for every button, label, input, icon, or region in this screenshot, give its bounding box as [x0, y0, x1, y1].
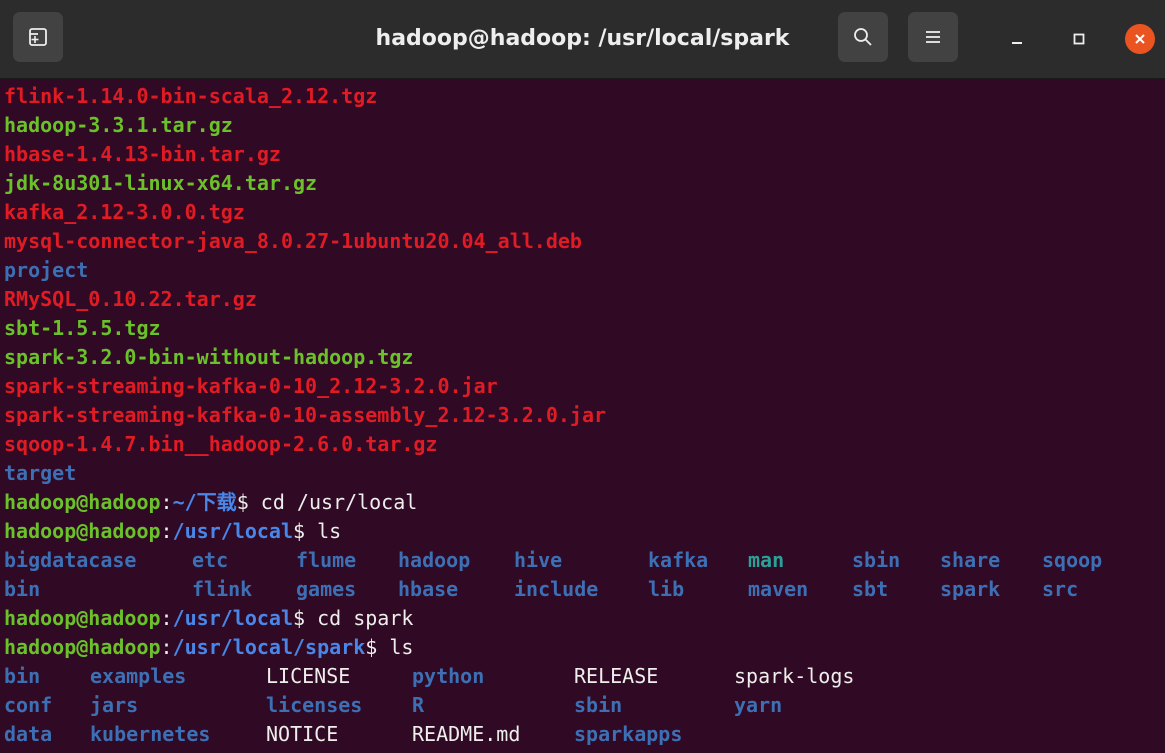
directory-entry: include — [514, 577, 599, 601]
directory-entry: yarn — [734, 693, 783, 717]
directory-entry: hbase — [398, 577, 459, 601]
ls-row: bigdatacase etc flume hadoop hive kafka … — [0, 546, 1165, 575]
directory-entry: R — [412, 693, 425, 717]
prompt-user: hadoop@hadoop — [4, 519, 161, 543]
file-entry: LICENSE — [266, 664, 351, 688]
directory-entry: kubernetes — [90, 722, 211, 746]
file-entry: mysql-connector-java_8.0.27-1ubuntu20.04… — [4, 229, 582, 253]
close-icon — [1135, 34, 1145, 44]
prompt-dollar: $ — [293, 606, 306, 630]
directory-entry: project — [4, 258, 89, 282]
prompt-path: ~/下载 — [172, 490, 237, 514]
directory-entry: python — [412, 664, 485, 688]
title-bar: hadoop@hadoop: /usr/local/spark — [0, 0, 1165, 79]
file-entry: RELEASE — [574, 664, 659, 688]
file-entry: spark-logs — [734, 664, 855, 688]
prompt-user: hadoop@hadoop — [4, 606, 161, 630]
file-entry: README.md — [412, 722, 521, 746]
terminal-output[interactable]: flink-1.14.0-bin-scala_2.12.tgz hadoop-3… — [0, 82, 1165, 753]
command-text: cd /usr/local — [248, 490, 418, 514]
file-entry: sqoop-1.4.7.bin__hadoop-2.6.0.tar.gz — [4, 432, 438, 456]
prompt-line: hadoop@hadoop:/usr/local/spark$ ls — [4, 635, 414, 659]
prompt-line: hadoop@hadoop:/usr/local$ cd spark — [4, 606, 414, 630]
directory-entry: bin — [4, 664, 41, 688]
directory-entry: etc — [192, 548, 229, 572]
file-entry: jdk-8u301-linux-x64.tar.gz — [4, 171, 318, 195]
directory-entry: sbin — [852, 548, 901, 572]
command-text: ls — [377, 635, 414, 659]
file-entry: sbt-1.5.5.tgz — [4, 316, 161, 340]
file-entry: spark-streaming-kafka-0-10_2.12-3.2.0.ja… — [4, 374, 498, 398]
file-entry: hbase-1.4.13-bin.tar.gz — [4, 142, 281, 166]
search-icon — [854, 28, 872, 46]
ls-row: conf jars licenses R sbin yarn — [0, 691, 1165, 720]
directory-entry: jars — [90, 693, 139, 717]
directory-entry: data — [4, 722, 53, 746]
directory-entry: spark — [940, 577, 1001, 601]
file-entry: spark-streaming-kafka-0-10-assembly_2.12… — [4, 403, 607, 427]
directory-entry: licenses — [266, 693, 363, 717]
directory-entry: target — [4, 461, 77, 485]
maximize-icon — [1073, 33, 1085, 45]
window-title: hadoop@hadoop: /usr/local/spark — [375, 26, 790, 51]
directory-entry: share — [940, 548, 1001, 572]
file-entry: kafka_2.12-3.0.0.tgz — [4, 200, 245, 224]
prompt-user: hadoop@hadoop — [4, 635, 161, 659]
directory-entry: bigdatacase — [4, 548, 137, 572]
minimize-button[interactable] — [1002, 24, 1032, 54]
search-button[interactable] — [838, 12, 888, 62]
prompt-dollar: $ — [293, 519, 306, 543]
directory-entry: kafka — [648, 548, 709, 572]
maximize-button[interactable] — [1064, 24, 1094, 54]
directory-entry: bin — [4, 577, 41, 601]
ls-row: bin flink games hbase include lib maven … — [0, 575, 1165, 604]
minimize-icon — [1012, 42, 1022, 44]
file-entry: NOTICE — [266, 722, 339, 746]
directory-entry: sbt — [852, 577, 889, 601]
directory-entry: man — [748, 548, 785, 572]
directory-entry: examples — [90, 664, 187, 688]
hamburger-menu-icon — [926, 31, 940, 43]
prompt-user: hadoop@hadoop — [4, 490, 161, 514]
prompt-dollar: $ — [365, 635, 378, 659]
directory-entry: src — [1042, 577, 1079, 601]
file-entry: spark-3.2.0-bin-without-hadoop.tgz — [4, 345, 414, 369]
directory-entry: hadoop — [398, 548, 471, 572]
menu-button[interactable] — [908, 12, 958, 62]
new-tab-button[interactable] — [13, 12, 63, 62]
ls-row: bin examples LICENSE python RELEASE spar… — [0, 662, 1165, 691]
directory-entry: flume — [296, 548, 357, 572]
directory-entry: sqoop — [1042, 548, 1103, 572]
command-text: cd spark — [305, 606, 414, 630]
prompt-path: /usr/local — [172, 519, 294, 543]
prompt-line: hadoop@hadoop:~/下载$ cd /usr/local — [4, 490, 418, 514]
directory-entry: games — [296, 577, 357, 601]
directory-entry: hive — [514, 548, 563, 572]
directory-entry: sbin — [574, 693, 623, 717]
file-entry: flink-1.14.0-bin-scala_2.12.tgz — [4, 84, 378, 108]
prompt-dollar: $ — [236, 490, 249, 514]
directory-entry: maven — [748, 577, 809, 601]
prompt-path: /usr/local/spark — [172, 635, 366, 659]
command-text: ls — [305, 519, 342, 543]
ls-row: data kubernetes NOTICE README.md sparkap… — [0, 720, 1165, 749]
file-entry: RMySQL_0.10.22.tar.gz — [4, 287, 257, 311]
directory-entry: flink — [192, 577, 253, 601]
directory-entry: conf — [4, 693, 53, 717]
file-entry: hadoop-3.3.1.tar.gz — [4, 113, 233, 137]
close-button[interactable] — [1125, 24, 1155, 54]
new-tab-icon — [29, 28, 47, 46]
directory-entry: lib — [648, 577, 685, 601]
prompt-path: /usr/local — [172, 606, 294, 630]
prompt-line: hadoop@hadoop:/usr/local$ ls — [4, 519, 342, 543]
directory-entry: sparkapps — [574, 722, 683, 746]
